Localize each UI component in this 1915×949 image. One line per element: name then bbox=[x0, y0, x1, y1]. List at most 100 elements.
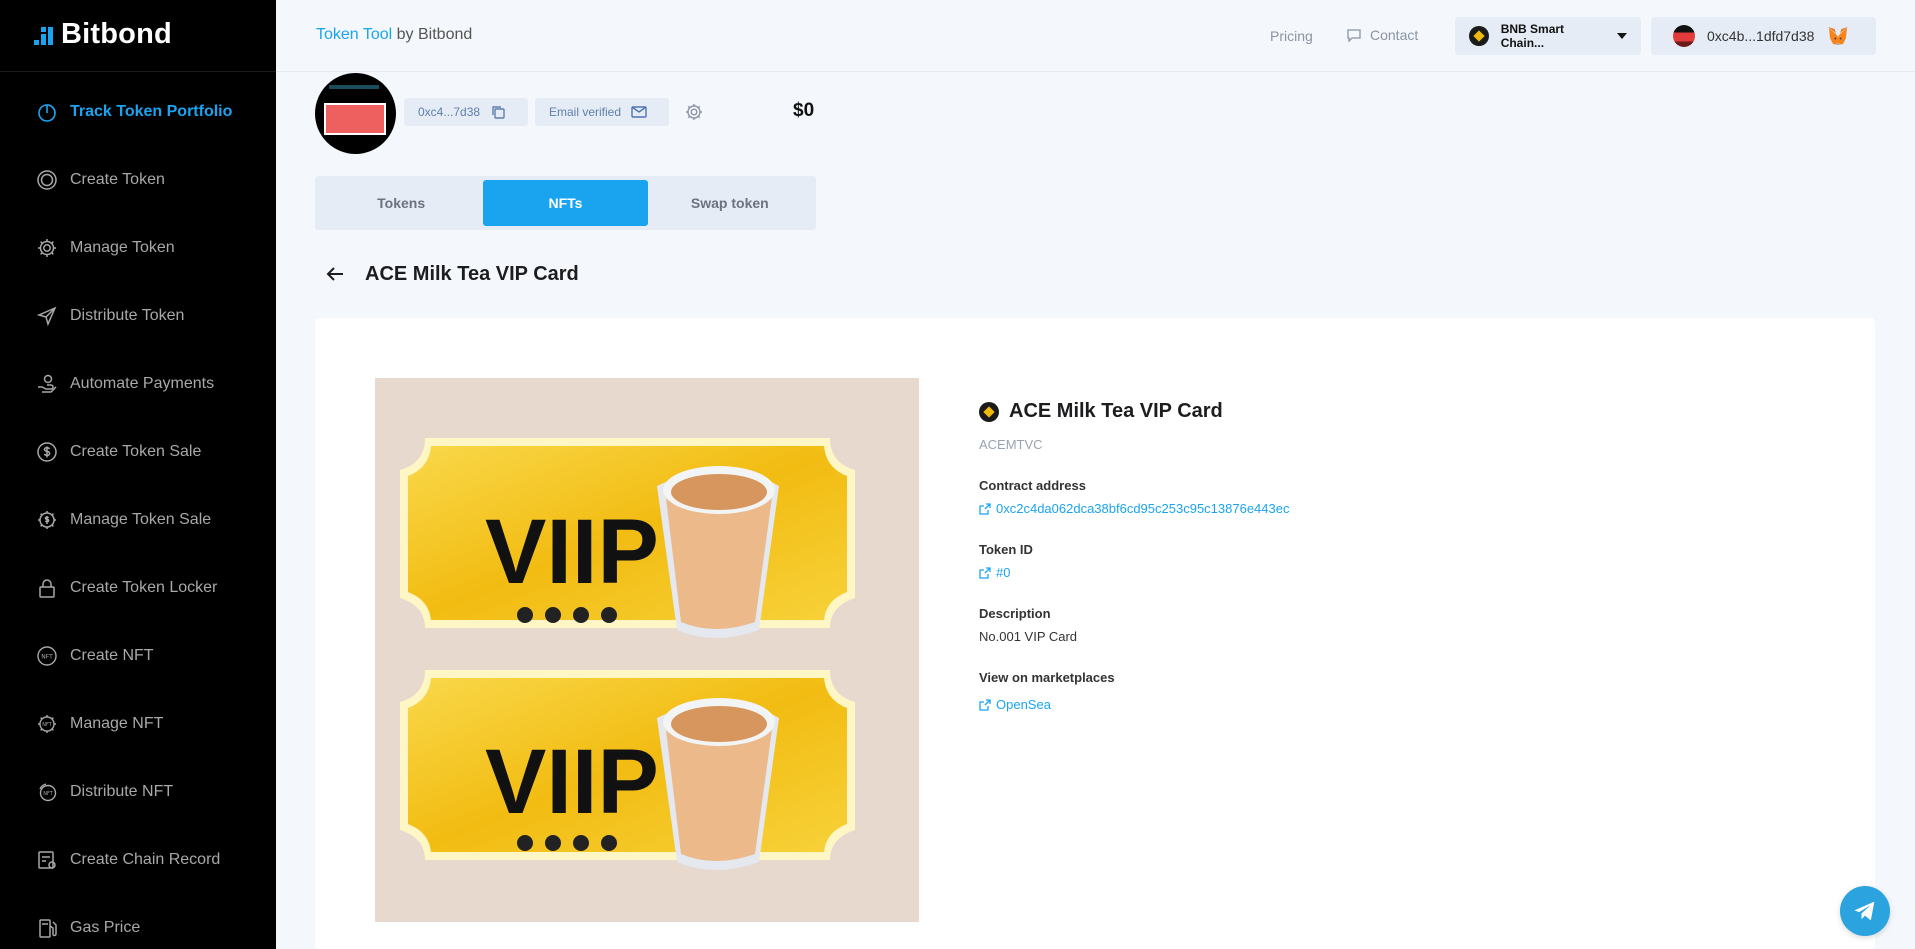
nft-title: ACE Milk Tea VIP Card bbox=[979, 400, 1779, 423]
svg-text:NFT: NFT bbox=[42, 722, 53, 728]
telegram-icon bbox=[1854, 901, 1875, 921]
opensea-label: OpenSea bbox=[996, 697, 1051, 712]
sidebar-item-label: Create Token Sale bbox=[70, 443, 202, 460]
external-link-icon bbox=[979, 698, 991, 711]
vip-ticket-bottom: VIIP bbox=[400, 670, 855, 870]
svg-text:VIIP: VIIP bbox=[485, 731, 659, 833]
nft-symbol: ACEMTVC bbox=[979, 437, 1043, 452]
sidebar-item-distribute-token[interactable]: Distribute Token bbox=[0, 282, 276, 350]
telegram-chat-button[interactable] bbox=[1840, 886, 1890, 936]
brand-title[interactable]: Token Tool by Bitbond bbox=[316, 26, 472, 44]
portfolio-icon bbox=[36, 101, 58, 123]
nft-info: ACE Milk Tea VIP Card ACEMTVC Contract a… bbox=[979, 400, 1779, 712]
wallet-button[interactable]: 0xc4b...1dfd7d38 bbox=[1651, 17, 1876, 55]
chat-bubble-icon bbox=[1347, 29, 1361, 42]
nft-detail-panel: VIIP VIIP ACE Milk Tea VIP Card ACEMTVC … bbox=[315, 318, 1875, 949]
sidebar-item-label: Create Chain Record bbox=[70, 851, 221, 868]
sidebar-item-create-token-locker[interactable]: Create Token Locker bbox=[0, 554, 276, 622]
sidebar: Bitbond Track Token Portfolio Create Tok… bbox=[0, 0, 276, 949]
token-id-value: #0 bbox=[996, 565, 1011, 580]
sidebar-item-create-token[interactable]: Create Token bbox=[0, 146, 276, 214]
sidebar-nav: Track Token Portfolio Create Token Manag… bbox=[0, 78, 276, 949]
opensea-link[interactable]: OpenSea bbox=[979, 697, 1779, 712]
chain-selector[interactable]: BNB Smart Chain... bbox=[1455, 17, 1641, 55]
copy-icon[interactable] bbox=[490, 104, 506, 120]
sidebar-item-label: Manage Token Sale bbox=[70, 511, 212, 528]
description-label: Description bbox=[979, 606, 1051, 621]
email-status-chip[interactable]: Email verified bbox=[535, 98, 669, 126]
sidebar-item-create-chain-record[interactable]: Create Chain Record bbox=[0, 826, 276, 894]
gear-icon bbox=[36, 237, 58, 259]
chevron-down-icon bbox=[1617, 33, 1627, 39]
contract-address-label: Contract address bbox=[979, 478, 1086, 493]
contract-address-value: 0xc2c4da062dca38bf6cd95c253c95c13876e443… bbox=[996, 501, 1290, 516]
tab-swap-token[interactable]: Swap token bbox=[648, 180, 812, 226]
sidebar-item-label: Create NFT bbox=[70, 647, 154, 664]
sidebar-item-create-token-sale[interactable]: Create Token Sale bbox=[0, 418, 276, 486]
lock-icon bbox=[36, 577, 58, 599]
brand-accent: Token Tool bbox=[316, 26, 393, 43]
logo-bars-icon bbox=[34, 22, 58, 48]
sidebar-item-manage-token-sale[interactable]: Manage Token Sale bbox=[0, 486, 276, 554]
svg-text:VIIP: VIIP bbox=[485, 501, 659, 603]
chain-label: BNB Smart Chain... bbox=[1500, 22, 1565, 50]
sidebar-item-label: Create Token bbox=[70, 171, 165, 188]
bnb-chain-icon bbox=[979, 401, 999, 422]
hand-coin-icon bbox=[36, 373, 58, 395]
marketplaces-label: View on marketplaces bbox=[979, 670, 1115, 685]
top-header: Token Tool by Bitbond Pricing Contact BN… bbox=[276, 0, 1915, 72]
gas-pump-icon bbox=[36, 917, 58, 939]
gear-nft-icon: NFT bbox=[36, 713, 58, 735]
sidebar-item-track-token-portfolio[interactable]: Track Token Portfolio bbox=[0, 78, 276, 146]
sidebar-item-automate-payments[interactable]: Automate Payments bbox=[0, 350, 276, 418]
sidebar-item-gas-price[interactable]: Gas Price bbox=[0, 894, 276, 949]
sidebar-item-create-nft[interactable]: NFT Create NFT bbox=[0, 622, 276, 690]
address-chip[interactable]: 0xc4...7d38 bbox=[404, 98, 528, 126]
external-link-icon bbox=[979, 502, 991, 515]
address-short: 0xc4...7d38 bbox=[418, 105, 481, 119]
description-value: No.001 VIP Card bbox=[979, 629, 1078, 644]
tab-tokens[interactable]: Tokens bbox=[319, 180, 483, 226]
sidebar-item-label: Manage NFT bbox=[70, 715, 164, 732]
tab-nfts[interactable]: NFTs bbox=[483, 180, 648, 226]
contact-label: Contact bbox=[1370, 27, 1419, 43]
metamask-fox-icon bbox=[1828, 27, 1849, 45]
contact-link[interactable]: Contact bbox=[1346, 27, 1418, 43]
svg-text:NFT: NFT bbox=[41, 654, 53, 661]
coin-icon bbox=[36, 169, 58, 191]
nft-image: VIIP VIIP bbox=[375, 378, 919, 922]
profile-avatar bbox=[315, 73, 396, 154]
vip-ticket-top: VIIP bbox=[400, 438, 855, 638]
page-title: ACE Milk Tea VIP Card bbox=[365, 262, 579, 285]
sidebar-item-label: Manage Token bbox=[70, 239, 175, 256]
nft-name: ACE Milk Tea VIP Card bbox=[1009, 400, 1223, 422]
sidebar-item-manage-token[interactable]: Manage Token bbox=[0, 214, 276, 282]
send-icon bbox=[36, 305, 58, 327]
sidebar-item-label: Automate Payments bbox=[70, 375, 215, 392]
bitbond-logo[interactable]: Bitbond bbox=[34, 18, 172, 51]
bnb-chain-icon bbox=[1469, 26, 1489, 46]
token-id-link[interactable]: #0 bbox=[979, 565, 1779, 580]
distribute-nft-icon: NFT bbox=[36, 781, 58, 803]
sidebar-item-label: Distribute Token bbox=[70, 307, 185, 324]
dollar-coin-icon bbox=[36, 441, 58, 463]
gear-dollar-icon bbox=[36, 509, 58, 531]
record-icon bbox=[36, 849, 58, 871]
contract-address-link[interactable]: 0xc2c4da062dca38bf6cd95c253c95c13876e443… bbox=[979, 501, 1779, 516]
settings-gear-icon[interactable] bbox=[684, 102, 704, 122]
portfolio-balance: $0 bbox=[793, 100, 815, 121]
sidebar-item-label: Track Token Portfolio bbox=[70, 103, 233, 120]
sidebar-divider bbox=[0, 71, 276, 72]
sidebar-item-label: Distribute NFT bbox=[70, 783, 174, 800]
pricing-link[interactable]: Pricing bbox=[1270, 28, 1313, 44]
wallet-address: 0xc4b...1dfd7d38 bbox=[1707, 28, 1815, 44]
envelope-icon bbox=[631, 106, 647, 118]
token-id-label: Token ID bbox=[979, 542, 1033, 557]
sidebar-item-distribute-nft[interactable]: NFT Distribute NFT bbox=[0, 758, 276, 826]
brand-rest: by Bitbond bbox=[392, 26, 473, 43]
back-arrow-icon[interactable] bbox=[323, 262, 347, 286]
email-status: Email verified bbox=[549, 105, 622, 119]
page-header: ACE Milk Tea VIP Card bbox=[323, 262, 579, 286]
sidebar-item-manage-nft[interactable]: NFT Manage NFT bbox=[0, 690, 276, 758]
nft-icon: NFT bbox=[36, 645, 58, 667]
